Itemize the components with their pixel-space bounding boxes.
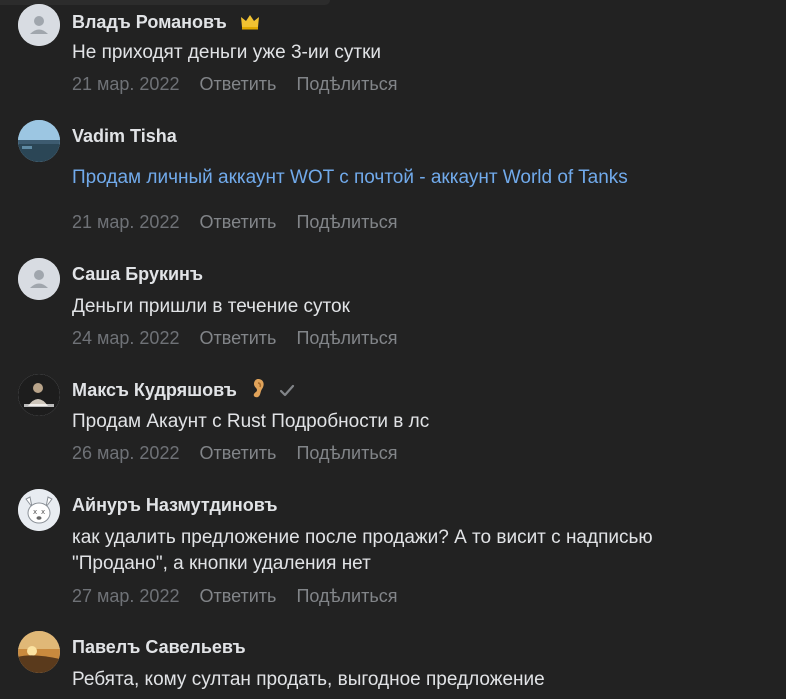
crown-icon xyxy=(240,14,260,35)
comment-text: Не приходят деньги уже 3-ии сутки xyxy=(72,42,381,63)
avatar[interactable] xyxy=(18,4,60,46)
reply-button[interactable]: Ответить xyxy=(199,74,276,94)
reply-button[interactable]: Ответить xyxy=(199,328,276,348)
comment-date[interactable]: 24 мар. 2022 xyxy=(72,328,179,348)
default-avatar-icon xyxy=(18,4,60,46)
comment-author[interactable]: Владъ Романовъ xyxy=(72,12,260,35)
landscape-photo-icon xyxy=(18,120,60,162)
comment-date[interactable]: 21 мар. 2022 xyxy=(72,212,179,232)
sunset-photo-icon xyxy=(18,631,60,673)
comment-meta: 24 мар. 2022 Ответить Подѣлиться xyxy=(72,328,412,349)
author-name[interactable]: Владъ Романовъ xyxy=(72,12,227,32)
svg-text:x: x xyxy=(41,508,45,516)
comment-author[interactable]: Павелъ Савельевъ xyxy=(72,637,246,658)
author-name[interactable]: Vadim Tisha xyxy=(72,126,177,146)
avatar[interactable] xyxy=(18,631,60,673)
comment-meta: 26 мар. 2022 Ответить Подѣлиться xyxy=(72,443,412,464)
comment-author[interactable]: Саша Брукинъ xyxy=(72,264,203,285)
share-button[interactable]: Подѣлиться xyxy=(296,212,397,232)
comment-meta: 21 мар. 2022 Ответить Подѣлиться xyxy=(72,74,412,95)
author-name[interactable]: Павелъ Савельевъ xyxy=(72,637,246,657)
person-photo-icon xyxy=(18,374,60,416)
ear-icon xyxy=(250,378,266,403)
comment-date[interactable]: 26 мар. 2022 xyxy=(72,443,179,463)
comment-date[interactable]: 27 мар. 2022 xyxy=(72,586,179,606)
checkmark-icon xyxy=(279,382,295,403)
comment-meta: 21 мар. 2022 Ответить Подѣлиться xyxy=(72,212,412,233)
comment-text-line-1: как удалить предложение после продажи? А… xyxy=(72,527,653,548)
comment-date[interactable]: 21 мар. 2022 xyxy=(72,74,179,94)
reply-button[interactable]: Ответить xyxy=(199,443,276,463)
comment-author[interactable]: Максъ Кудряшовъ xyxy=(72,378,295,403)
avatar[interactable]: x x xyxy=(18,489,60,531)
share-button[interactable]: Подѣлиться xyxy=(296,74,397,94)
author-name[interactable]: Саша Брукинъ xyxy=(72,264,203,284)
author-name[interactable]: Максъ Кудряшовъ xyxy=(72,380,237,400)
share-button[interactable]: Подѣлиться xyxy=(296,328,397,348)
svg-text:x: x xyxy=(33,508,37,516)
avatar[interactable] xyxy=(18,374,60,416)
avatar[interactable] xyxy=(18,120,60,162)
comment-link-text[interactable]: Продам личный аккаунт WOT с почтой - акк… xyxy=(72,165,628,191)
reply-button[interactable]: Ответить xyxy=(199,586,276,606)
share-button[interactable]: Подѣлиться xyxy=(296,443,397,463)
avatar[interactable] xyxy=(18,258,60,300)
author-name[interactable]: Айнуръ Назмутдиновъ xyxy=(72,495,278,515)
comment-author[interactable]: Айнуръ Назмутдиновъ xyxy=(72,495,278,516)
share-button[interactable]: Подѣлиться xyxy=(296,586,397,606)
top-strip xyxy=(0,0,330,5)
comment-meta: 27 мар. 2022 Ответить Подѣлиться xyxy=(72,586,412,607)
comment-text-line-2: "Продано", а кнопки удаления нет xyxy=(72,553,371,574)
comment-text: Продам Акаунт с Rust Подробности в лс xyxy=(72,411,430,432)
comment-text: Ребята, кому султан продать, выгодное пр… xyxy=(72,669,545,690)
reply-button[interactable]: Ответить xyxy=(199,212,276,232)
dog-avatar-icon: x x xyxy=(18,489,60,531)
comment-author[interactable]: Vadim Tisha xyxy=(72,126,177,147)
comment-text: Деньги пришли в течение суток xyxy=(72,296,350,317)
default-avatar-icon xyxy=(18,258,60,300)
